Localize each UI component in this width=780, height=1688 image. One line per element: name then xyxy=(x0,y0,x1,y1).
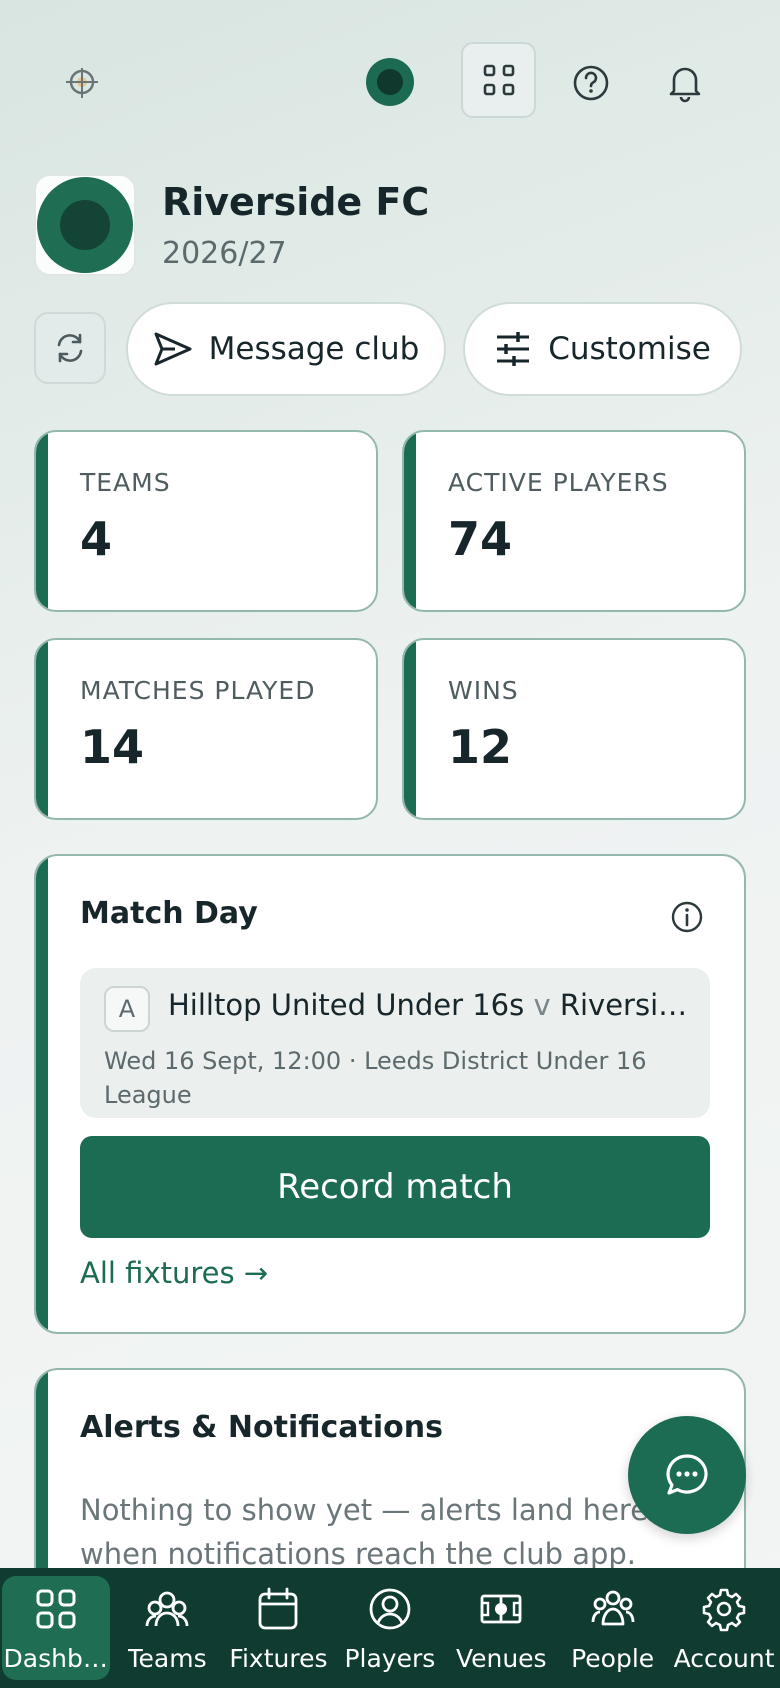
nav-label: Venues xyxy=(455,1644,547,1673)
people-icon xyxy=(591,1590,635,1626)
refresh-icon xyxy=(57,333,83,363)
help-icon xyxy=(573,65,609,101)
send-icon xyxy=(154,332,192,366)
grid-icon xyxy=(483,64,514,96)
help-button[interactable] xyxy=(566,58,616,108)
stat-value: 12 xyxy=(448,720,513,774)
gear-icon xyxy=(702,1588,746,1632)
calendar-icon xyxy=(259,1587,298,1630)
customise-button[interactable]: Customise xyxy=(463,302,742,396)
club-season: 2026/27 xyxy=(162,236,287,271)
chat-icon xyxy=(666,1454,708,1495)
fixture-meta: Wed 16 Sept, 12:00 · Leeds District Unde… xyxy=(104,1047,647,1109)
action-row: Message club Customise xyxy=(34,302,746,396)
stat-label: MATCHES PLAYED xyxy=(80,676,316,705)
versus-label: v xyxy=(533,988,551,1022)
teams-icon xyxy=(145,1591,189,1627)
message-club-label: Message club xyxy=(208,331,420,367)
fixture-title: Hilltop United Under 16s v Riverside FC … xyxy=(168,988,688,1022)
stat-card-active-players[interactable]: ACTIVE PLAYERS 74 xyxy=(402,430,746,612)
customise-label: Customise xyxy=(548,331,711,367)
apps-grid-button[interactable] xyxy=(461,42,536,118)
match-day-info-button[interactable] xyxy=(670,900,704,934)
alerts-title: Alerts & Notifications xyxy=(80,1410,443,1445)
stat-label: TEAMS xyxy=(80,468,171,497)
nav-label: People xyxy=(571,1644,655,1673)
dashboard-icon xyxy=(36,1589,76,1629)
club-header: Riverside FC 2026/27 xyxy=(34,174,734,276)
dashboard-page: Riverside FC 2026/27 Message club Custom… xyxy=(0,0,780,1688)
match-day-title: Match Day xyxy=(80,896,258,931)
nav-item-fixtures[interactable]: Fixtures xyxy=(223,1568,334,1688)
stat-value: 4 xyxy=(80,512,113,566)
club-name: Riverside FC xyxy=(162,180,430,224)
chat-fab-button[interactable] xyxy=(628,1416,746,1534)
refresh-button[interactable] xyxy=(34,312,106,384)
away-badge: A xyxy=(104,986,150,1032)
stat-label: ACTIVE PLAYERS xyxy=(448,468,669,497)
message-club-button[interactable]: Message club xyxy=(126,302,446,396)
match-day-card: Match Day A Hilltop United Under 16s v R… xyxy=(34,854,746,1334)
nav-item-players[interactable]: Players xyxy=(334,1568,445,1688)
nav-item-people[interactable]: People xyxy=(557,1568,668,1688)
sliders-icon xyxy=(497,332,530,366)
nav-label: Fixtures xyxy=(229,1644,328,1673)
stat-card-teams[interactable]: TEAMS 4 xyxy=(34,430,378,612)
top-bar xyxy=(0,40,780,120)
stat-card-matches-played[interactable]: MATCHES PLAYED 14 xyxy=(34,638,378,820)
app-logo-icon xyxy=(58,58,106,106)
nav-label: Players xyxy=(344,1644,436,1673)
club-status-avatar[interactable] xyxy=(366,58,414,106)
stat-value: 74 xyxy=(448,512,513,566)
nav-item-dashboard[interactable]: Dashb… xyxy=(0,1568,111,1688)
nav-label: Dashb… xyxy=(3,1644,108,1673)
nav-item-account[interactable]: Account xyxy=(668,1568,779,1688)
stat-label: WINS xyxy=(448,676,519,705)
all-fixtures-link[interactable]: All fixtures → xyxy=(80,1256,268,1290)
nav-label: Teams xyxy=(127,1644,207,1673)
nav-label: Account xyxy=(673,1644,775,1673)
club-crest xyxy=(34,174,136,276)
nav-item-venues[interactable]: Venues xyxy=(446,1568,557,1688)
bottom-nav: Dashb… Teams Fixtures Players Venues Peo… xyxy=(0,1568,780,1688)
stat-card-wins[interactable]: WINS 12 xyxy=(402,638,746,820)
stat-value: 14 xyxy=(80,720,145,774)
info-icon xyxy=(671,901,703,933)
next-fixture[interactable]: A Hilltop United Under 16s v Riverside F… xyxy=(80,968,710,1118)
player-icon xyxy=(369,1588,411,1630)
bell-icon xyxy=(669,67,701,103)
pitch-icon xyxy=(480,1594,522,1624)
away-team: Riverside FC Under 16s xyxy=(559,988,688,1022)
nav-item-teams[interactable]: Teams xyxy=(111,1568,222,1688)
notifications-button[interactable] xyxy=(660,58,710,108)
record-match-button[interactable]: Record match xyxy=(80,1136,710,1238)
alerts-empty-text: Nothing to show yet — alerts land here w… xyxy=(80,1493,649,1571)
home-team: Hilltop United Under 16s xyxy=(168,988,525,1022)
